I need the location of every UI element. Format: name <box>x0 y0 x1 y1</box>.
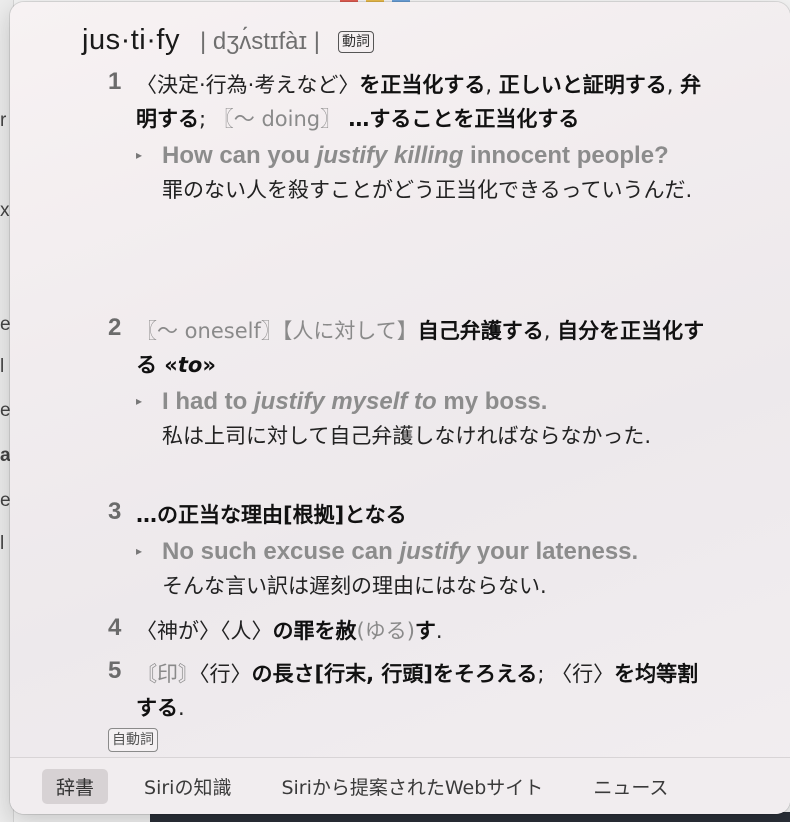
text-run: ; <box>199 107 213 131</box>
example: ▸ I had to justify myself to my boss. 私は… <box>136 386 718 453</box>
example-arrow-icon: ▸ <box>136 148 143 162</box>
text-run: justify killing <box>316 142 464 169</box>
intransitive-verb-badge: 自動詞 <box>108 728 158 752</box>
text-run: (ゆる) <box>356 619 415 643</box>
example-english: No such excuse can justify your lateness… <box>162 536 718 567</box>
text-run: 〈決定·行為·考えなど〉 <box>136 73 360 97</box>
sense-number: 4 <box>108 614 122 641</box>
dictionary-lookup-popover: jus·ti·fy | dʒʌ́stɪfàɪ | 動詞 1 〈決定·行為·考えな… <box>10 2 790 814</box>
sense-definition: 〘印〙〈行〉の長さ[行末, 行頭]をそろえる; 〈行〉を均等割する. <box>136 657 718 725</box>
background-letter: r <box>0 110 7 131</box>
sense-number: 3 <box>108 498 122 525</box>
background-letter: l <box>0 533 5 554</box>
sense-definition: 〖～ oneself〗【人に対して】自己弁護する, 自分を正当化する «to» <box>136 314 718 382</box>
sense-2: 2 〖～ oneself〗【人に対して】自己弁護する, 自分を正当化する «to… <box>108 314 718 453</box>
background-letter: l <box>0 356 5 377</box>
text-run: 〈神が〉〈人〉 <box>136 619 273 643</box>
background-letter: x <box>0 200 10 221</box>
background-letter: e <box>0 314 11 335</box>
example: ▸ No such excuse can justify your latene… <box>136 536 718 603</box>
tab-news[interactable]: ニュース <box>579 769 682 804</box>
sense-definition: 〈神が〉〈人〉の罪を赦(ゆる)す. <box>136 614 718 648</box>
tab-siri-suggested-websites[interactable]: Siriから提案されたWebサイト <box>267 769 557 804</box>
example-arrow-icon: ▸ <box>136 394 143 408</box>
text-run: 【人に対して】 <box>281 319 418 343</box>
sense-definition: …の正当な理由[根拠]となる <box>136 498 718 532</box>
sense-definition: 〈決定·行為·考えなど〉を正当化する, 正しいと証明する, 弁明する; 〖～ d… <box>136 68 718 136</box>
example-japanese: 私は上司に対して自己弁護しなければならなかった. <box>162 424 652 448</box>
text-run: . <box>178 696 185 720</box>
text-run: …の正当な理由[根拠]となる <box>136 503 407 527</box>
source-tab-bar: 辞書 Siriの知識 Siriから提案されたWebサイト ニュース <box>10 757 790 814</box>
sense-5: 5 〘印〙〈行〉の長さ[行末, 行頭]をそろえる; 〈行〉を均等割する. <box>108 657 718 725</box>
text-run: justify <box>399 538 471 565</box>
text-run: 自己弁護する <box>417 319 544 343</box>
text-run: す <box>414 619 436 643</box>
headword-row: jus·ti·fy | dʒʌ́stɪfàɪ | 動詞 <box>82 24 374 57</box>
text-run: の罪を赦 <box>272 619 357 643</box>
text-run: No such excuse can <box>162 538 400 565</box>
example-japanese: そんな言い訳は遅刻の理由にはならない. <box>162 574 547 598</box>
text-run: » <box>202 353 216 377</box>
text-run: I had to <box>162 388 254 415</box>
text-run: 〖～ doing〗 <box>212 107 342 131</box>
text-run: の長さ[行末, 行頭]をそろえる <box>251 662 538 686</box>
text-run: , <box>485 73 499 97</box>
text-run: 〈行〉 <box>199 662 252 686</box>
text-run: …することを正当化する <box>341 107 580 131</box>
background-letter: e <box>0 400 11 421</box>
text-run: justify myself to <box>254 388 437 415</box>
text-run: innocent people? <box>463 142 669 169</box>
dictionary-entry: jus·ti·fy | dʒʌ́stɪfàɪ | 動詞 1 〈決定·行為·考えな… <box>10 2 790 754</box>
tab-dictionary[interactable]: 辞書 <box>42 768 109 804</box>
text-run: 〖～ oneself〗 <box>136 319 282 343</box>
text-run: « <box>157 353 178 377</box>
sense-3: 3 …の正当な理由[根拠]となる ▸ No such excuse can ju… <box>108 498 718 603</box>
text-run: , <box>666 73 681 97</box>
text-run: . <box>435 619 443 643</box>
example-japanese: 罪のない人を殺すことがどう正当化できるっていうんだ. <box>162 178 693 202</box>
pronunciation: | dʒʌ́stɪfàɪ | <box>199 28 320 55</box>
text-run: your lateness. <box>470 538 639 565</box>
background-letter: a <box>0 445 11 466</box>
text-run: , <box>543 319 558 343</box>
text-run: を正当化する <box>359 73 486 97</box>
sense-1: 1 〈決定·行為·考えなど〉を正当化する, 正しいと証明する, 弁明する; 〖～… <box>108 68 718 207</box>
tab-siri-knowledge[interactable]: Siriの知識 <box>130 769 245 804</box>
example-english: How can you justify killing innocent peo… <box>162 140 718 171</box>
text-run: 正しいと証明する <box>498 73 667 97</box>
sense-number: 2 <box>108 314 122 341</box>
background-letter: e <box>0 490 11 511</box>
example: ▸ How can you justify killing innocent p… <box>136 140 718 207</box>
text-run: 〈行〉 <box>551 662 615 686</box>
text-run: How can you <box>162 142 317 169</box>
text-run: my boss. <box>436 388 548 415</box>
headword: jus·ti·fy <box>82 24 180 56</box>
text-run: 〘印〙 <box>136 662 199 686</box>
sense-number: 5 <box>108 657 122 684</box>
part-of-speech-badge: 動詞 <box>337 31 374 53</box>
example-english: I had to justify myself to my boss. <box>162 386 718 417</box>
text-run: to <box>177 353 203 377</box>
text-run: ; <box>537 662 552 686</box>
sense-number: 1 <box>108 68 122 95</box>
sense-4: 4 〈神が〉〈人〉の罪を赦(ゆる)す. <box>108 614 718 648</box>
example-arrow-icon: ▸ <box>136 544 143 558</box>
